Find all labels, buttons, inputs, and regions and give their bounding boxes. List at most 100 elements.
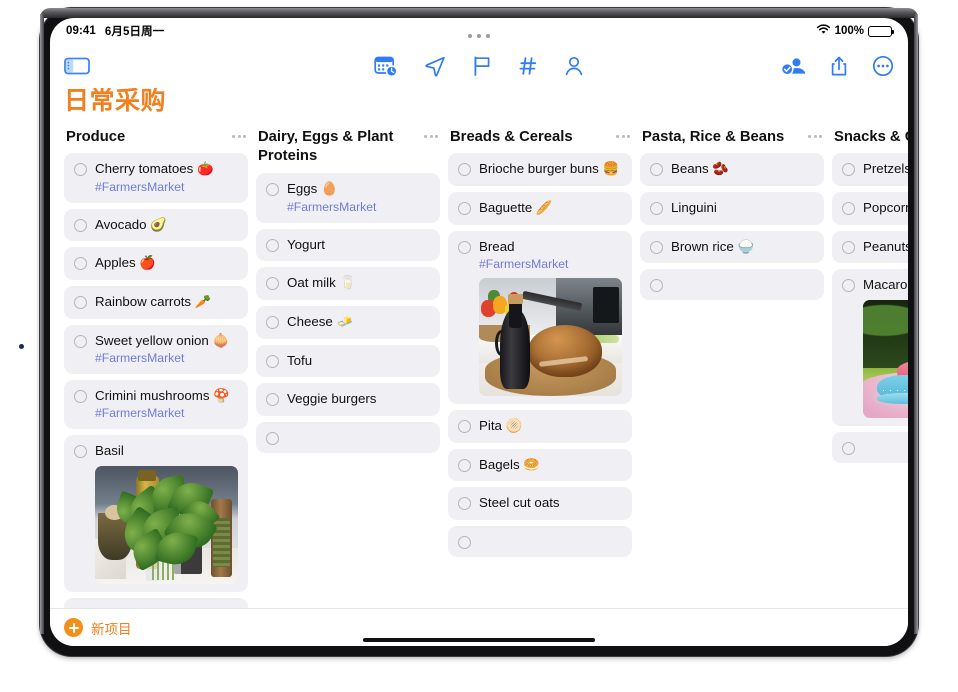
checkbox-circle-icon[interactable] [842, 202, 855, 216]
checkbox-circle-icon[interactable] [266, 238, 279, 252]
person-icon[interactable] [564, 55, 584, 77]
checklist-item-tag[interactable]: #FarmersMarket [479, 257, 622, 272]
column-menu-ellipsis-icon[interactable] [232, 128, 246, 138]
checklist-item[interactable]: Macarons [832, 269, 908, 426]
checklist-item[interactable]: Yogurt [256, 228, 440, 262]
checkbox-circle-icon[interactable] [266, 315, 279, 329]
checklist-item-tag[interactable]: #FarmersMarket [287, 200, 430, 215]
checkbox-circle-icon[interactable] [458, 458, 471, 472]
checklist-item[interactable]: Beans 🫘 [640, 153, 824, 187]
home-indicator[interactable] [363, 637, 595, 642]
checkbox-circle-icon[interactable] [74, 334, 87, 348]
checklist-item-text: Bagels 🥯 [479, 456, 540, 472]
checkbox-circle-icon[interactable] [458, 497, 471, 511]
checkbox-circle-icon[interactable] [650, 279, 663, 293]
checklist-item[interactable]: Bread #FarmersMarket [448, 230, 632, 404]
checklist-item[interactable]: Brioche burger buns 🍔 [448, 153, 632, 187]
checklist-item-tag[interactable]: #FarmersMarket [95, 351, 238, 366]
checklist-item-body: Brown rice 🍚 [671, 239, 814, 256]
checklist-item[interactable]: Sweet yellow onion 🧅 #FarmersMarket [64, 324, 248, 374]
checkbox-circle-icon[interactable] [266, 183, 279, 197]
macarons-photo[interactable] [863, 299, 908, 418]
collaborate-person-check-icon[interactable] [780, 55, 806, 77]
checkbox-circle-icon[interactable] [650, 202, 663, 216]
bezel-speck [19, 344, 24, 349]
checkbox-circle-icon[interactable] [842, 279, 855, 293]
checklist-item-empty[interactable] [832, 431, 908, 463]
checkbox-circle-icon[interactable] [266, 431, 279, 445]
checklist-item-body: Sweet yellow onion 🧅 #FarmersMarket [95, 333, 238, 366]
checklist-item-tag[interactable]: #FarmersMarket [95, 406, 238, 421]
toolbar-left-group [64, 56, 224, 76]
calendar-clock-icon[interactable] [374, 55, 398, 77]
status-date: 6月5日周一 [104, 26, 165, 38]
checklist-item[interactable]: Cheese 🧈 [256, 305, 440, 339]
column-items: Cherry tomatoes 🍅 #FarmersMarket Avocado 🥑… [64, 153, 248, 608]
more-ellipsis-circle-icon[interactable] [872, 55, 894, 77]
checkbox-circle-icon[interactable] [74, 163, 87, 177]
checklist-item[interactable]: Popcorn 🍿 [832, 192, 908, 225]
checklist-item[interactable]: Steel cut oats [448, 487, 632, 520]
flag-icon[interactable] [472, 55, 492, 77]
checklist-item-empty[interactable] [448, 525, 632, 557]
plus-circle-icon[interactable] [64, 618, 83, 637]
checklist-item[interactable]: Bagels 🥯 [448, 448, 632, 482]
checkbox-circle-icon[interactable] [650, 240, 663, 254]
checklist-item[interactable]: Veggie burgers [256, 383, 440, 416]
basil-in-glass-photo[interactable] [95, 465, 238, 584]
checklist-item[interactable]: Baguette 🥖 [448, 192, 632, 225]
checklist-item[interactable]: Peanuts 🥜 [832, 230, 908, 264]
sidebar-toggle-icon[interactable] [64, 56, 90, 76]
checklist-item[interactable]: Pita 🫓 [448, 409, 632, 443]
app-toolbar [50, 44, 908, 88]
checklist-item-empty[interactable] [640, 269, 824, 301]
checklist-item[interactable]: Rainbow carrots 🥕 [64, 285, 248, 319]
checklist-item[interactable]: Pretzels 🥨 [832, 153, 908, 187]
checklist-item[interactable]: Apples 🍎 [64, 247, 248, 280]
checkbox-circle-icon[interactable] [458, 535, 471, 549]
checklist-item-body: Eggs 🥚 #FarmersMarket [287, 181, 430, 214]
checklist-item[interactable]: Eggs 🥚 #FarmersMarket [256, 173, 440, 223]
checkbox-circle-icon[interactable] [458, 202, 471, 216]
checkbox-circle-icon[interactable] [74, 445, 87, 459]
checklist-item-tag[interactable]: #FarmersMarket [95, 180, 238, 195]
checkbox-circle-icon[interactable] [458, 419, 471, 433]
hashtag-icon[interactable] [518, 55, 538, 77]
column-menu-ellipsis-icon[interactable] [808, 128, 822, 138]
checklist-item[interactable]: Crimini mushrooms 🍄 #FarmersMarket [64, 379, 248, 430]
multitasking-handle-icon[interactable] [468, 34, 490, 38]
checklist-item[interactable]: Cherry tomatoes 🍅 #FarmersMarket [64, 153, 248, 203]
checkbox-circle-icon[interactable] [74, 295, 87, 309]
checklist-item-body: Oat milk 🥛 [287, 275, 430, 292]
column-menu-ellipsis-icon[interactable] [424, 128, 438, 138]
ipad-device-frame: 09:41 6月5日周一 100% 日常采购 Produce Cherry to… [40, 8, 918, 656]
checklist-item[interactable]: Tofu [256, 344, 440, 378]
checkbox-circle-icon[interactable] [74, 218, 87, 232]
checkbox-circle-icon[interactable] [74, 389, 87, 403]
checklist-item-empty[interactable] [256, 421, 440, 453]
checklist-item[interactable]: Linguini [640, 192, 824, 225]
share-icon[interactable] [829, 55, 849, 77]
checkbox-circle-icon[interactable] [842, 163, 855, 177]
checkbox-circle-icon[interactable] [266, 354, 279, 368]
checkbox-circle-icon[interactable] [266, 393, 279, 407]
paper-plane-icon[interactable] [424, 55, 446, 77]
checkbox-circle-icon[interactable] [650, 163, 663, 177]
column-menu-ellipsis-icon[interactable] [616, 128, 630, 138]
column-header: Dairy, Eggs & Plant Proteins [256, 128, 440, 172]
column-title: Breads & Cereals [450, 128, 573, 145]
checklist-item-text: Cheese 🧈 [287, 313, 354, 329]
checkbox-circle-icon[interactable] [266, 277, 279, 291]
checklist-item[interactable]: Brown rice 🍚 [640, 230, 824, 264]
checklist-item[interactable]: Basil [64, 435, 248, 592]
checklist-item[interactable]: Avocado 🥑 [64, 208, 248, 242]
sourdough-bread-photo[interactable] [479, 277, 622, 396]
new-item-button[interactable]: 新项目 [91, 618, 132, 638]
checklist-item[interactable]: Oat milk 🥛 [256, 267, 440, 300]
checkbox-circle-icon[interactable] [842, 240, 855, 254]
checkbox-circle-icon[interactable] [74, 257, 87, 271]
checkbox-circle-icon[interactable] [842, 441, 855, 455]
checkbox-circle-icon[interactable] [458, 163, 471, 177]
checklist-item-empty[interactable] [64, 597, 248, 608]
checkbox-circle-icon[interactable] [458, 240, 471, 254]
